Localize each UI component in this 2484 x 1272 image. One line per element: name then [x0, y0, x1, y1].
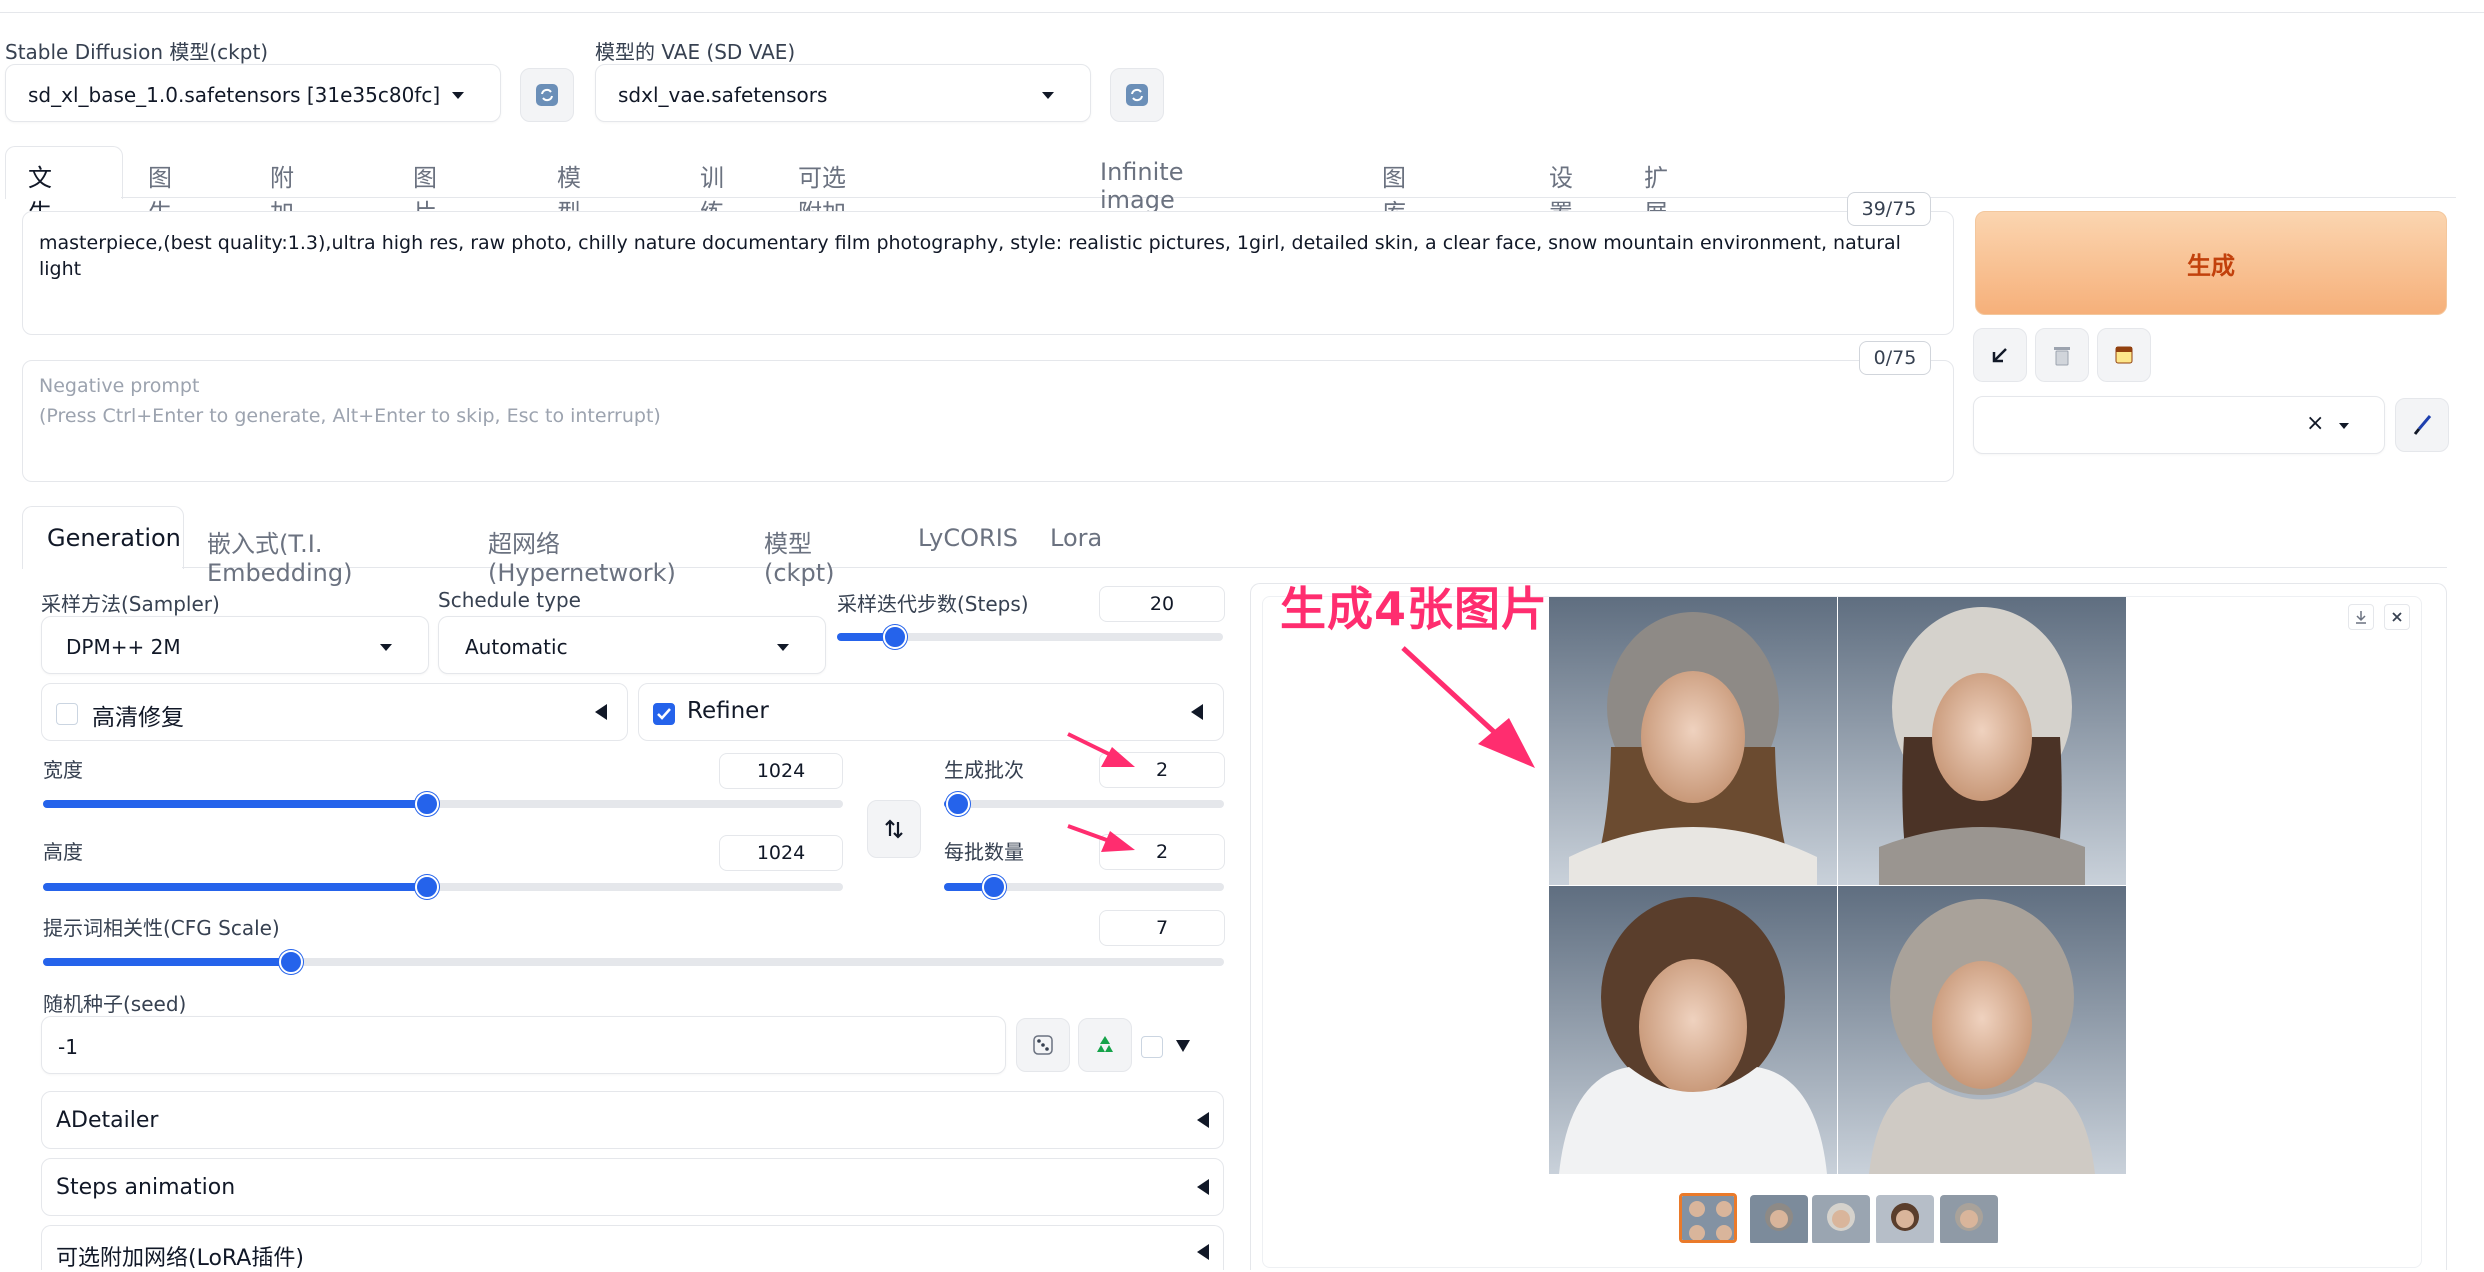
- thumbnail-grid[interactable]: [1679, 1193, 1737, 1243]
- arrow-to-image-icon: [1401, 646, 1507, 744]
- thumbnail-2[interactable]: [1812, 1195, 1870, 1245]
- arrow-to-batch-count-icon: [1067, 732, 1116, 759]
- thumbnail-3[interactable]: [1876, 1195, 1934, 1245]
- annotation-arrows: [1067, 646, 1535, 852]
- arrowhead-icon: [1101, 831, 1135, 852]
- arrowhead-icon: [1101, 747, 1135, 767]
- thumbnail-4[interactable]: [1940, 1195, 1998, 1245]
- thumbnail-1[interactable]: [1750, 1195, 1808, 1245]
